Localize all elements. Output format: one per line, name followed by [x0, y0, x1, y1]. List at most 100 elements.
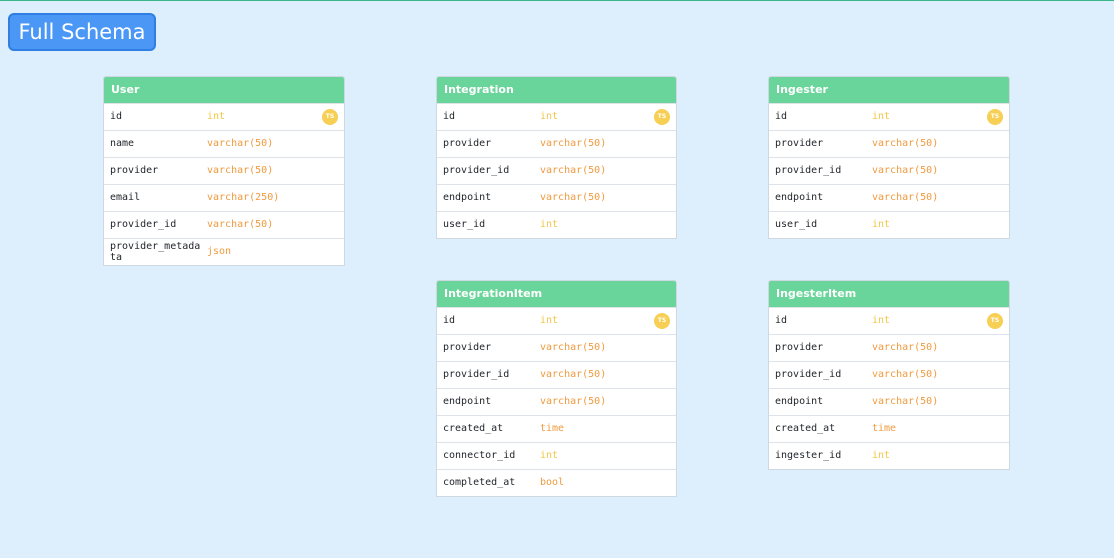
- column-type: bool: [540, 477, 565, 488]
- column-row[interactable]: completed_at bool: [437, 469, 676, 496]
- column-row[interactable]: provider_id varchar(50): [104, 211, 344, 238]
- column-name: created_at: [775, 423, 836, 434]
- schema-title[interactable]: Full Schema: [8, 13, 156, 51]
- column-name: provider: [775, 138, 824, 149]
- column-type: int: [207, 111, 226, 122]
- column-name: provider_id: [443, 165, 510, 176]
- column-type: int: [540, 450, 559, 461]
- column-row[interactable]: provider_id varchar(50): [437, 361, 676, 388]
- column-type: int: [540, 315, 559, 326]
- table-user[interactable]: User id int TS name varchar(50) provider varcha…: [103, 76, 345, 266]
- column-type: varchar(250): [207, 192, 280, 203]
- column-row[interactable]: user_id int: [769, 211, 1009, 238]
- column-type: varchar(50): [207, 138, 274, 149]
- column-type: varchar(50): [207, 165, 274, 176]
- column-row[interactable]: email varchar(250): [104, 184, 344, 211]
- column-name: id: [110, 111, 123, 122]
- column-row[interactable]: provider varchar(50): [769, 334, 1009, 361]
- column-row[interactable]: connector_id int: [437, 442, 676, 469]
- column-type: varchar(50): [872, 342, 939, 353]
- column-name: connector_id: [443, 450, 516, 461]
- column-type: int: [872, 111, 891, 122]
- column-row[interactable]: provider varchar(50): [104, 157, 344, 184]
- column-row[interactable]: endpoint varchar(50): [437, 184, 676, 211]
- column-name: name: [110, 138, 135, 149]
- column-row[interactable]: id int TS: [769, 103, 1009, 130]
- table-ingesteritem[interactable]: IngesterItem id int TS provider varchar(50) pr…: [768, 280, 1010, 470]
- column-name: email: [110, 192, 141, 203]
- table-header[interactable]: IntegrationItem: [437, 281, 676, 307]
- column-name: provider: [443, 342, 492, 353]
- table-header[interactable]: Integration: [437, 77, 676, 103]
- column-name: user_id: [775, 219, 818, 230]
- column-row[interactable]: provider varchar(50): [437, 130, 676, 157]
- table-ingester[interactable]: Ingester id int TS provider varchar(50) provid…: [768, 76, 1010, 239]
- column-name: provider_id: [775, 165, 842, 176]
- column-row[interactable]: endpoint varchar(50): [769, 388, 1009, 415]
- column-type: varchar(50): [540, 342, 607, 353]
- column-row[interactable]: endpoint varchar(50): [769, 184, 1009, 211]
- column-name: provider_metadata: [110, 241, 201, 263]
- column-row[interactable]: user_id int: [437, 211, 676, 238]
- column-type: varchar(50): [872, 138, 939, 149]
- column-name: provider_id: [443, 369, 510, 380]
- column-type: varchar(50): [540, 192, 607, 203]
- column-name: provider: [443, 138, 492, 149]
- column-name: provider_id: [110, 219, 177, 230]
- column-type: time: [540, 423, 565, 434]
- table-header[interactable]: User: [104, 77, 344, 103]
- column-name: id: [443, 111, 456, 122]
- column-row[interactable]: provider varchar(50): [437, 334, 676, 361]
- primary-key-badge-icon: TS: [654, 313, 670, 329]
- table-header[interactable]: IngesterItem: [769, 281, 1009, 307]
- schema-canvas[interactable]: Full Schema User id int TS name varchar(50) pr…: [0, 0, 1114, 558]
- column-name: id: [775, 315, 788, 326]
- column-name: created_at: [443, 423, 504, 434]
- column-type: int: [540, 219, 559, 230]
- column-type: varchar(50): [872, 165, 939, 176]
- column-name: id: [775, 111, 788, 122]
- column-row[interactable]: created_at time: [437, 415, 676, 442]
- column-type: int: [540, 111, 559, 122]
- column-name: id: [443, 315, 456, 326]
- column-type: varchar(50): [540, 369, 607, 380]
- column-type: varchar(50): [540, 165, 607, 176]
- column-name: ingester_id: [775, 450, 842, 461]
- column-name: user_id: [443, 219, 486, 230]
- column-row[interactable]: provider_id varchar(50): [769, 157, 1009, 184]
- column-row[interactable]: provider_metadata json: [104, 238, 344, 265]
- column-type: varchar(50): [872, 396, 939, 407]
- primary-key-badge-icon: TS: [654, 109, 670, 125]
- column-type: time: [872, 423, 897, 434]
- table-integrationitem[interactable]: IntegrationItem id int TS provider varchar(50…: [436, 280, 677, 497]
- column-type: varchar(50): [540, 396, 607, 407]
- primary-key-badge-icon: TS: [987, 313, 1003, 329]
- column-row[interactable]: provider varchar(50): [769, 130, 1009, 157]
- column-type: int: [872, 450, 891, 461]
- table-header[interactable]: Ingester: [769, 77, 1009, 103]
- column-type: varchar(50): [540, 138, 607, 149]
- column-name: provider: [775, 342, 824, 353]
- column-name: provider: [110, 165, 159, 176]
- column-row[interactable]: id int TS: [437, 103, 676, 130]
- table-integration[interactable]: Integration id int TS provider varchar(50) pro…: [436, 76, 677, 239]
- column-row[interactable]: id int TS: [437, 307, 676, 334]
- column-row[interactable]: name varchar(50): [104, 130, 344, 157]
- column-name: endpoint: [775, 192, 824, 203]
- column-row[interactable]: endpoint varchar(50): [437, 388, 676, 415]
- primary-key-badge-icon: TS: [322, 109, 338, 125]
- column-row[interactable]: created_at time: [769, 415, 1009, 442]
- column-row[interactable]: provider_id varchar(50): [769, 361, 1009, 388]
- primary-key-badge-icon: TS: [987, 109, 1003, 125]
- column-row[interactable]: id int TS: [769, 307, 1009, 334]
- column-type: int: [872, 315, 891, 326]
- column-row[interactable]: provider_id varchar(50): [437, 157, 676, 184]
- column-row[interactable]: id int TS: [104, 103, 344, 130]
- column-type: json: [207, 246, 232, 257]
- column-name: provider_id: [775, 369, 842, 380]
- column-type: varchar(50): [207, 219, 274, 230]
- column-type: int: [872, 219, 891, 230]
- column-row[interactable]: ingester_id int: [769, 442, 1009, 469]
- column-name: endpoint: [775, 396, 824, 407]
- column-type: varchar(50): [872, 369, 939, 380]
